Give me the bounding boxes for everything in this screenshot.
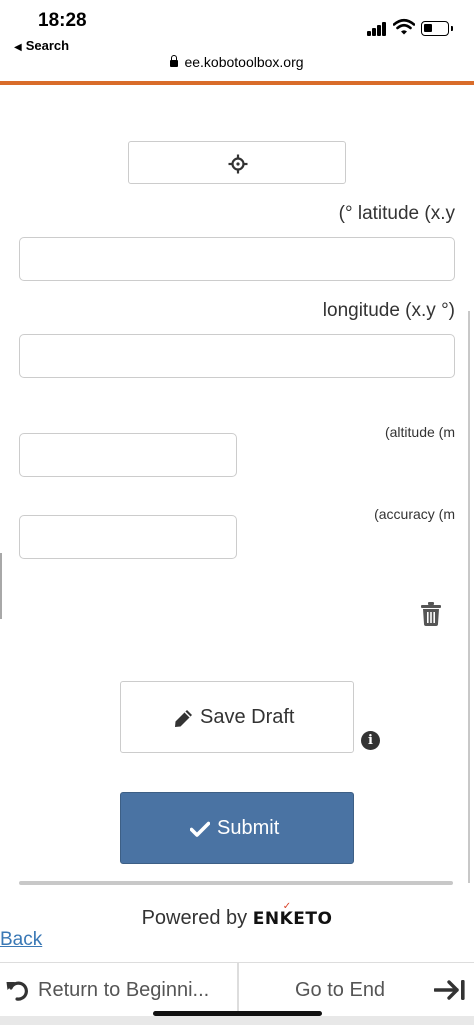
powered-by: Powered by ENKETO ✓: [0, 901, 474, 930]
back-link[interactable]: Back: [0, 929, 42, 951]
url-bar[interactable]: ee.kobotoolbox.org: [0, 54, 474, 78]
back-to-search[interactable]: ◀ Search: [14, 38, 69, 53]
lock-icon: [170, 55, 179, 67]
status-bar: 18:28 ◀ Search: [0, 0, 474, 58]
check-icon: [190, 821, 210, 837]
return-to-beginning-label: Return to Beginni...: [38, 979, 210, 1001]
submit-label: Submit: [217, 817, 280, 839]
enketo-logo[interactable]: ENKETO ✓: [253, 901, 333, 929]
go-to-end-label: Go to End: [295, 979, 386, 1001]
cellular-signal-icon: [367, 22, 387, 36]
back-app-label: Search: [25, 38, 70, 53]
latitude-input[interactable]: [19, 237, 455, 281]
undo-icon: [6, 981, 28, 1001]
trash-icon[interactable]: [421, 602, 441, 626]
altitude-label: (altitude (m: [384, 424, 455, 440]
bottom-navigation: Return to Beginni... Go to End: [0, 962, 474, 1016]
latitude-label: (° latitude (x.y: [338, 203, 455, 224]
scrollbar[interactable]: [468, 311, 470, 883]
longitude-label: longitude (x.y °): [322, 300, 455, 321]
wifi-icon: [393, 18, 415, 35]
status-time: 18:28: [38, 10, 87, 31]
battery-icon: [421, 21, 453, 36]
pencil-icon: [175, 710, 192, 727]
submit-button[interactable]: Submit: [120, 792, 354, 864]
accuracy-label: (accuracy (m: [374, 506, 455, 522]
crosshairs-icon: [228, 154, 248, 174]
accuracy-input[interactable]: [19, 515, 237, 559]
info-icon[interactable]: i: [361, 731, 380, 750]
url-text: ee.kobotoolbox.org: [184, 54, 304, 70]
go-to-end-button[interactable]: Go to End: [238, 963, 474, 1016]
detect-location-button[interactable]: [128, 141, 346, 184]
powered-by-text: Powered by: [141, 907, 248, 929]
form-footer-divider: [19, 881, 453, 885]
return-to-beginning-button[interactable]: Return to Beginni...: [0, 963, 237, 1016]
save-draft-button[interactable]: Save Draft: [120, 681, 354, 753]
altitude-input[interactable]: [19, 433, 237, 477]
header-accent-line: [0, 81, 474, 85]
left-edge-marker: [0, 553, 2, 619]
longitude-input[interactable]: [19, 334, 455, 378]
back-triangle-icon: ◀: [14, 42, 22, 53]
bottom-safe-area: [0, 1016, 474, 1025]
arrow-to-end-icon: [434, 980, 465, 1000]
save-draft-label: Save Draft: [200, 706, 295, 728]
